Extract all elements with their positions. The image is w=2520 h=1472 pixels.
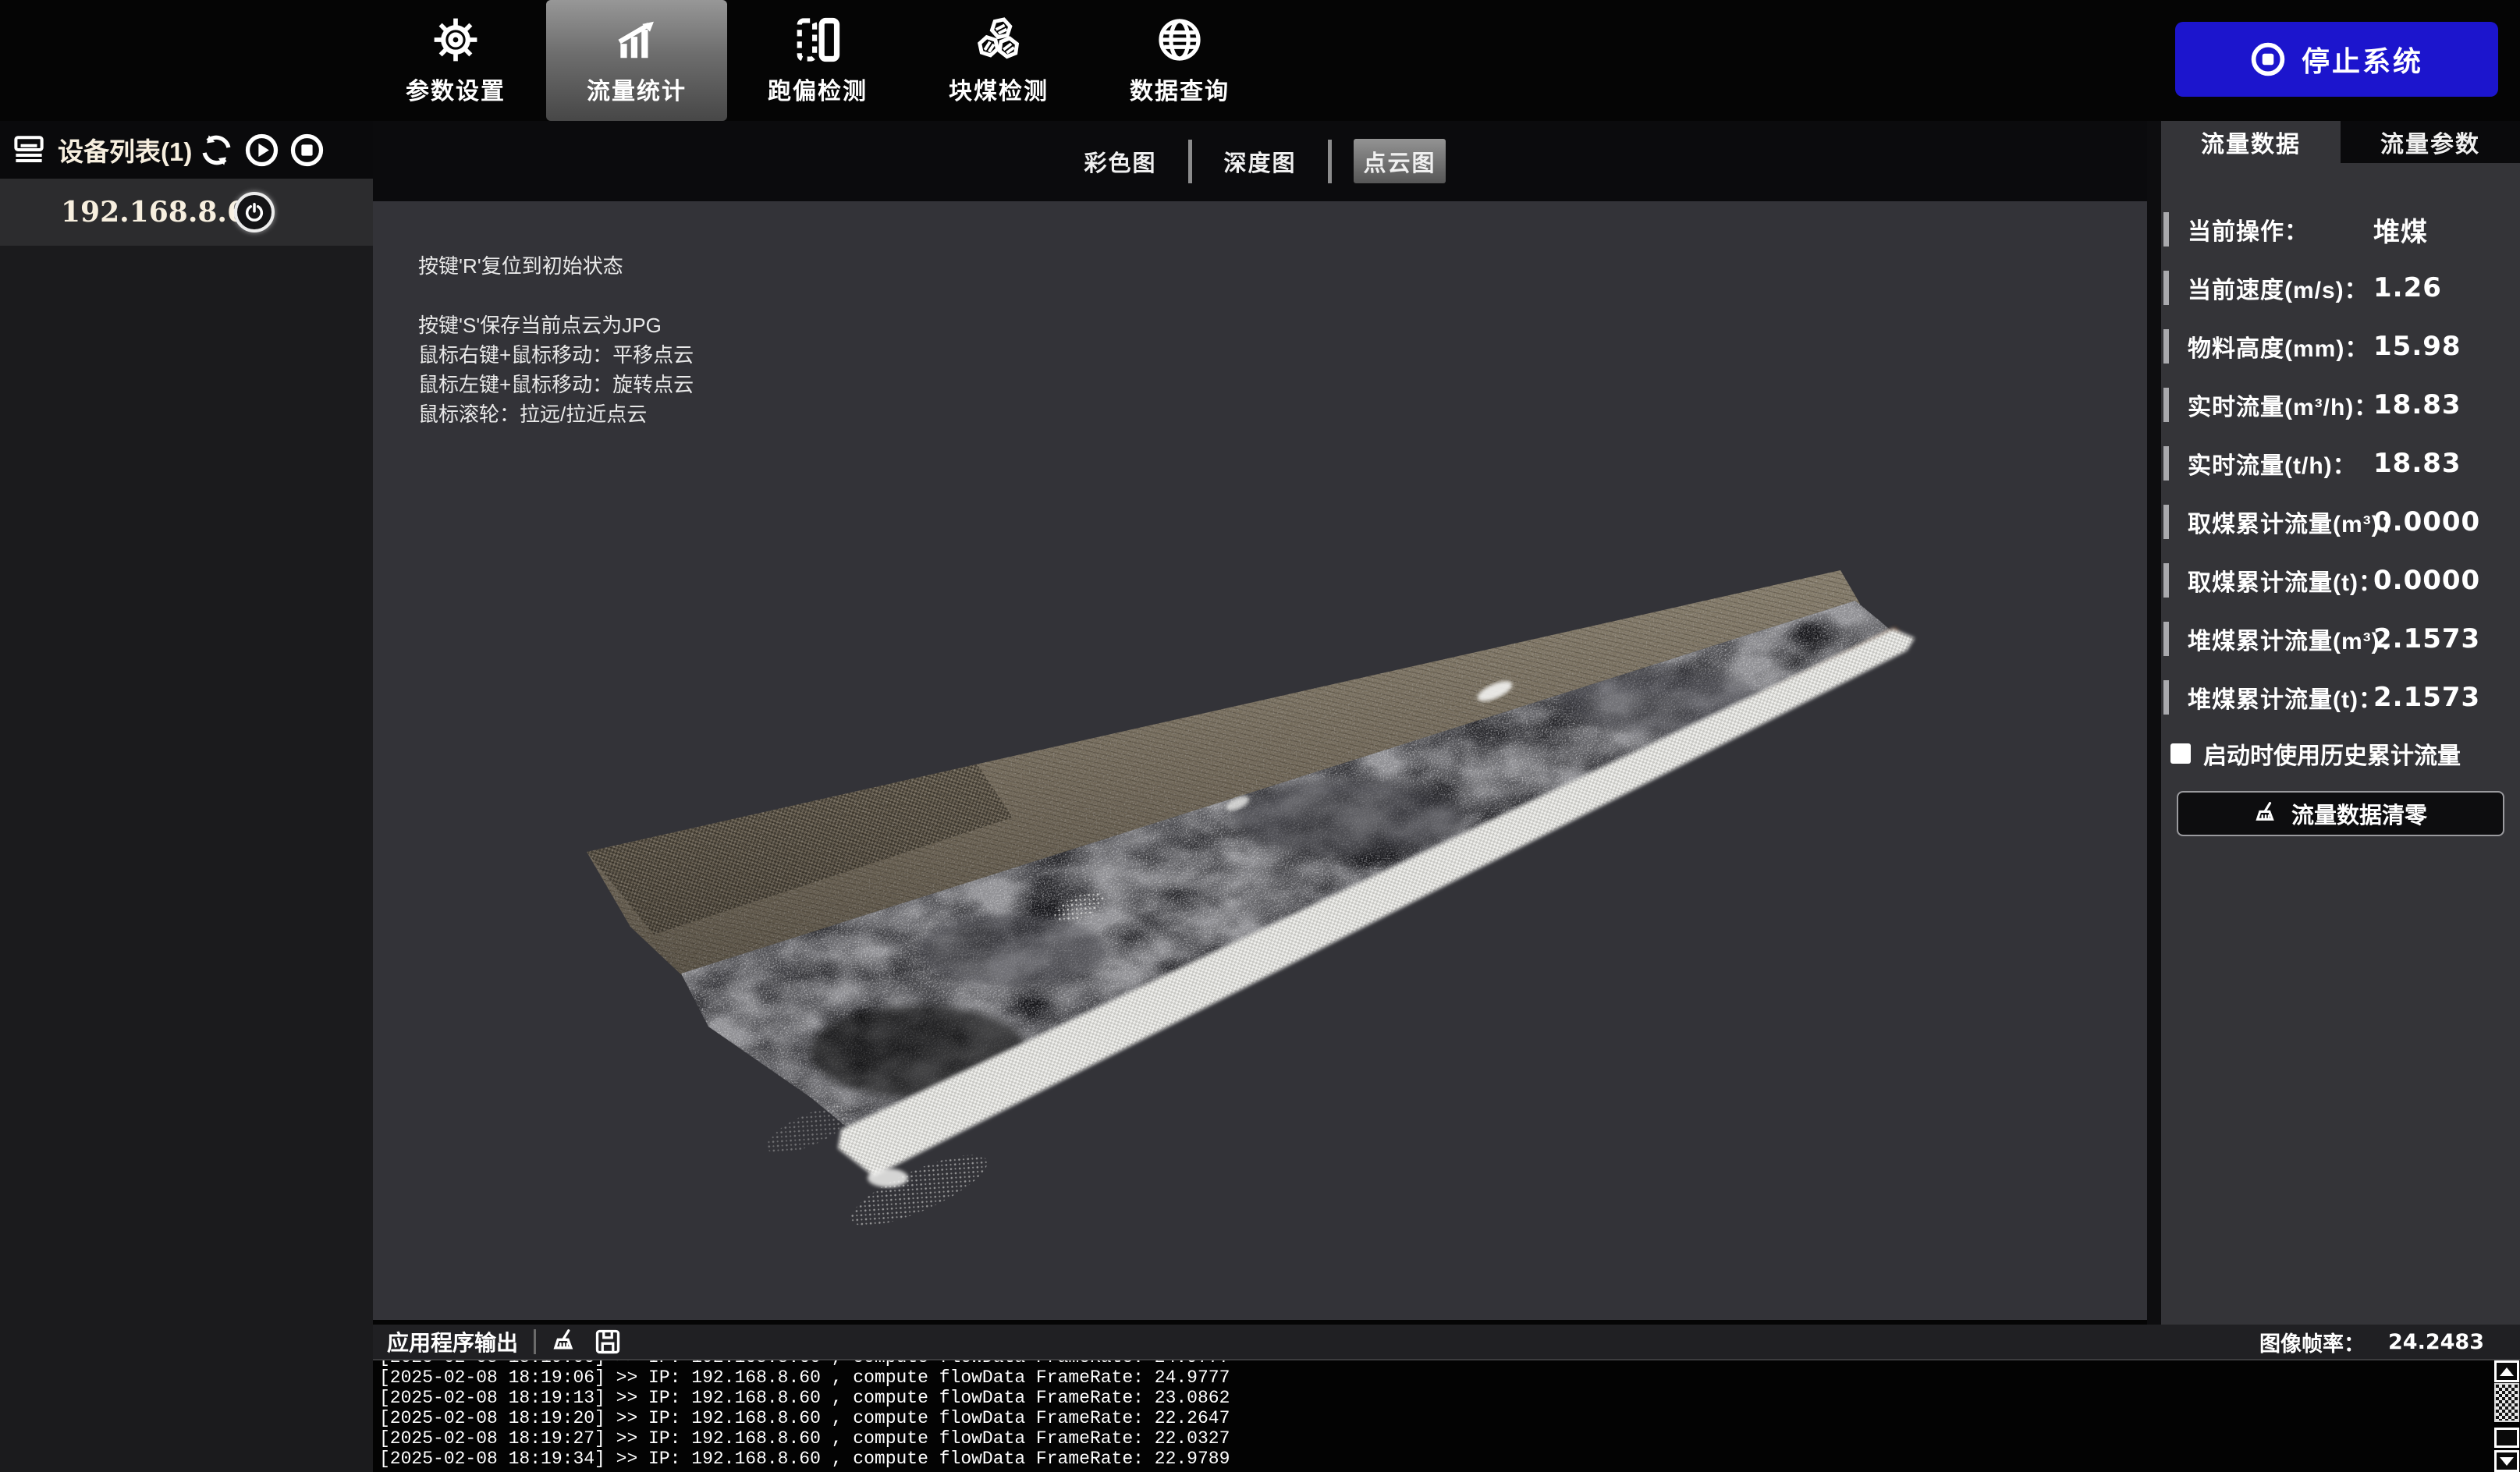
device-list-title: 设备列表(1) <box>58 131 192 168</box>
flow-rows: 当前操作： 堆煤 当前速度(m/s)： 1.26 物料高度(mm)： 15.98… <box>2161 163 2520 717</box>
toolbar-item-label: 流量统计 <box>587 72 687 106</box>
row-accent-bar <box>2163 388 2169 422</box>
gear-icon <box>431 16 480 64</box>
tab-flow-data[interactable]: 流量数据 <box>2161 121 2341 163</box>
stop-system-button[interactable]: 停止系统 <box>2175 22 2498 97</box>
stop-system-label: 停止系统 <box>2302 39 2423 80</box>
image-frame-rate-value: 24.2483 <box>2388 1330 2484 1354</box>
app-window: 参数设置 流量统计 <box>0 0 2520 1472</box>
device-list-icon <box>12 133 45 166</box>
instruction-line: 鼠标左键+鼠标移动：旋转点云 <box>418 370 694 399</box>
log-line: [2025-02-08 18:19:13] >> IP: 192.168.8.6… <box>379 1388 2520 1408</box>
belt-deviation-icon <box>793 16 842 64</box>
point-cloud-viewport[interactable]: 按键'R'复位到初始状态 按键'S'保存当前点云为JPG 鼠标右键+鼠标移动：平… <box>373 201 2147 1320</box>
save-log-floppy-icon[interactable] <box>594 1328 622 1356</box>
log-line: [2025-02-08 18:19:06] >> IP: 192.168.8.6… <box>379 1367 2520 1388</box>
history-flow-checkbox-row[interactable]: 启动时使用历史累计流量 <box>2170 736 2520 771</box>
scrollbar-track-box[interactable] <box>2494 1428 2519 1448</box>
instruction-line: 鼠标右键+鼠标移动：平移点云 <box>418 340 694 370</box>
scrollbar-thumb[interactable] <box>2494 1383 2519 1422</box>
row-accent-bar <box>2163 505 2169 539</box>
power-icon <box>243 201 265 223</box>
log-output[interactable]: [2025-02-08 18:19:06] >> IP: 192.168.8.6… <box>373 1360 2520 1470</box>
stop-circle-outline-icon[interactable] <box>289 133 325 168</box>
coal-lumps-icon <box>974 16 1023 64</box>
globe-icon <box>1155 16 1204 64</box>
history-flow-checkbox-label: 启动时使用历史累计流量 <box>2203 736 2461 771</box>
flow-row-current-speed: 当前速度(m/s)： 1.26 <box>2161 268 2520 307</box>
toolbar-items: 参数设置 流量统计 <box>365 0 1270 121</box>
flow-row-realtime-flow-m3: 实时流量(m³/h)： 18.83 <box>2161 385 2520 424</box>
flow-row-stack-total-t: 堆煤累计流量(t)： 2.1573 <box>2161 678 2520 717</box>
brush-icon <box>2254 800 2280 827</box>
viewport-instructions: 按键'R'复位到初始状态 按键'S'保存当前点云为JPG 鼠标右键+鼠标移动：平… <box>418 251 694 429</box>
toolbar-item-param-settings[interactable]: 参数设置 <box>365 0 546 121</box>
stop-circle-icon <box>2250 41 2286 77</box>
flow-row-realtime-flow-t: 实时流量(t/h)： 18.83 <box>2161 444 2520 483</box>
instruction-line: 按键'R'复位到初始状态 <box>418 251 694 281</box>
row-accent-bar <box>2163 329 2169 364</box>
device-list-header: 设备列表(1) <box>0 121 373 179</box>
flow-row-reclaim-total-t: 取煤累计流量(t)： 0.0000 <box>2161 561 2520 600</box>
row-accent-bar <box>2163 680 2169 715</box>
scroll-up-button[interactable] <box>2494 1360 2519 1382</box>
row-accent-bar <box>2163 446 2169 481</box>
flow-data-panel: 流量数据 流量参数 当前操作： 堆煤 当前速度(m/s)： 1.26 物料高度(… <box>2161 121 2520 1326</box>
play-circle-icon[interactable] <box>244 133 279 168</box>
history-flow-checkbox[interactable] <box>2170 743 2191 764</box>
log-header-divider <box>534 1329 536 1354</box>
tab-point-cloud[interactable]: 点云图 <box>1354 139 1446 183</box>
log-title: 应用程序输出 <box>387 1326 518 1357</box>
scroll-down-button[interactable] <box>2494 1450 2519 1472</box>
toolbar-item-coal-lump-detection[interactable]: 块煤检测 <box>908 0 1089 121</box>
flow-panel-tabs: 流量数据 流量参数 <box>2161 121 2520 163</box>
toolbar-item-label: 数据查询 <box>1130 72 1230 106</box>
clear-flow-data-button[interactable]: 流量数据清零 <box>2177 791 2504 836</box>
tab-flow-params[interactable]: 流量参数 <box>2341 121 2520 163</box>
row-accent-bar <box>2163 271 2169 305</box>
flow-row-material-height: 物料高度(mm)： 15.98 <box>2161 327 2520 366</box>
log-line: [2025-02-08 18:19:20] >> IP: 192.168.8.6… <box>379 1408 2520 1428</box>
device-sidebar: 设备列表(1) 192.168.8.60 <box>0 121 373 1472</box>
toolbar-item-label: 块煤检测 <box>949 72 1049 106</box>
clear-log-brush-icon[interactable] <box>552 1328 580 1356</box>
instruction-line: 按键'S'保存当前点云为JPG <box>418 310 694 340</box>
toolbar-item-label: 参数设置 <box>406 72 506 106</box>
log-header: 应用程序输出 图像帧率： 24.2483 <box>373 1325 2520 1360</box>
view-mode-tabs: 彩色图 深度图 点云图 <box>373 121 2147 201</box>
down-arrow-icon <box>2500 1457 2514 1466</box>
flow-row-current-operation: 当前操作： 堆煤 <box>2161 210 2520 249</box>
device-row[interactable]: 192.168.8.60 <box>0 179 373 246</box>
application-output-panel: 应用程序输出 图像帧率： 24.2483 [2025- <box>373 1325 2520 1472</box>
flow-chart-icon <box>612 16 661 64</box>
device-power-button[interactable] <box>234 192 275 232</box>
image-frame-rate-label: 图像帧率： <box>2259 1327 2365 1357</box>
log-line-partial: [2025-02-08 18:19:06] >> IP: 192.168.8.6… <box>379 1360 2520 1367</box>
toolbar-item-flow-statistics[interactable]: 流量统计 <box>546 0 727 121</box>
flow-row-stack-total-m3: 堆煤累计流量(m³)： 2.1573 <box>2161 619 2520 658</box>
log-line: [2025-02-08 18:19:34] >> IP: 192.168.8.6… <box>379 1449 2520 1469</box>
row-accent-bar <box>2163 622 2169 656</box>
tab-divider <box>1188 140 1192 183</box>
row-accent-bar <box>2163 563 2169 598</box>
up-arrow-icon <box>2500 1367 2514 1376</box>
toolbar-item-deviation-detection[interactable]: 跑偏检测 <box>727 0 908 121</box>
instruction-line: 鼠标滚轮：拉远/拉近点云 <box>418 399 694 429</box>
tab-depth-image[interactable]: 深度图 <box>1214 139 1306 183</box>
toolbar-item-label: 跑偏检测 <box>768 72 868 106</box>
row-accent-bar <box>2163 212 2169 247</box>
flow-row-reclaim-total-m3: 取煤累计流量(m³)： 0.0000 <box>2161 502 2520 541</box>
refresh-icon[interactable] <box>199 133 234 168</box>
top-toolbar: 参数设置 流量统计 <box>0 0 2520 121</box>
panel-divider <box>2147 121 2161 1326</box>
clear-flow-data-label: 流量数据清零 <box>2291 797 2427 830</box>
tab-divider <box>1328 140 1332 183</box>
log-scrollbar[interactable] <box>2493 1360 2520 1472</box>
tab-color-image[interactable]: 彩色图 <box>1074 139 1166 183</box>
toolbar-item-data-query[interactable]: 数据查询 <box>1089 0 1270 121</box>
log-line: [2025-02-08 18:19:27] >> IP: 192.168.8.6… <box>379 1428 2520 1449</box>
